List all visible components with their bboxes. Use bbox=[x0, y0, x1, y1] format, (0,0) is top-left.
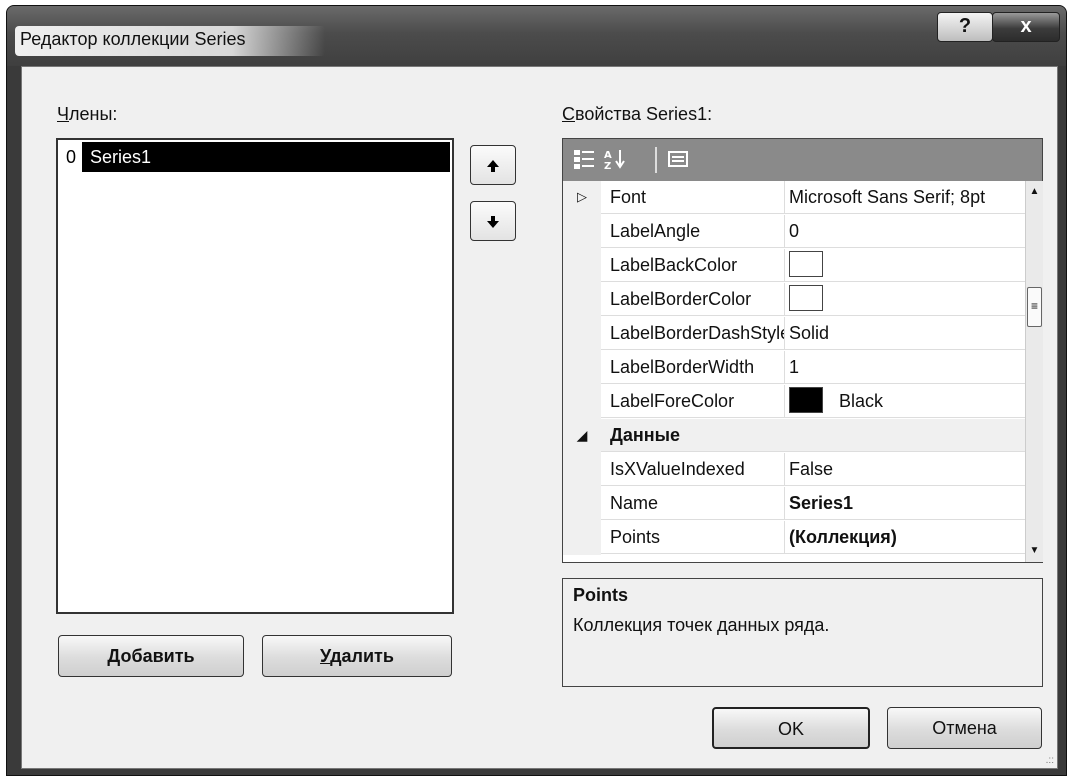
list-item-name: Series1 bbox=[90, 147, 152, 167]
property-grid[interactable]: AZ ▷ Font Microsoft Sans Serif; 8pt Labe… bbox=[562, 138, 1043, 563]
categorized-icon[interactable] bbox=[573, 148, 595, 170]
close-button[interactable]: x bbox=[992, 12, 1060, 42]
property-value[interactable]: Microsoft Sans Serif; 8pt bbox=[785, 181, 1025, 214]
property-value[interactable]: Black bbox=[785, 385, 1025, 418]
svg-text:A: A bbox=[604, 150, 612, 161]
property-row-labelborderwidth[interactable]: LabelBorderWidth 1 bbox=[563, 351, 1025, 385]
move-down-button[interactable] bbox=[470, 201, 516, 241]
property-value[interactable] bbox=[785, 283, 1025, 316]
row-margin bbox=[563, 249, 601, 283]
property-row-labelbordercolor[interactable]: LabelBorderColor bbox=[563, 283, 1025, 317]
row-margin bbox=[563, 283, 601, 317]
property-name: IsXValueIndexed bbox=[601, 453, 785, 486]
collection-editor-dialog: Редактор коллекции Series ? x Члены: 0 Se… bbox=[6, 5, 1067, 776]
description-pane: Points Коллекция точек данных ряда. bbox=[562, 578, 1043, 687]
property-pages-icon[interactable] bbox=[667, 148, 689, 170]
property-value[interactable]: Series1 bbox=[785, 487, 1025, 520]
property-value[interactable]: 1 bbox=[785, 351, 1025, 384]
property-row-name[interactable]: Name Series1 bbox=[563, 487, 1025, 521]
arrow-down-icon bbox=[487, 216, 499, 229]
toolbar-separator bbox=[655, 147, 657, 173]
list-item[interactable]: 0 Series1 bbox=[60, 142, 450, 172]
property-value[interactable]: (Коллекция) bbox=[785, 521, 1025, 554]
color-swatch bbox=[789, 251, 823, 278]
remove-button[interactable]: Удалить bbox=[262, 635, 452, 677]
row-margin bbox=[563, 317, 601, 351]
row-margin bbox=[563, 487, 601, 521]
scroll-thumb[interactable]: ≡ bbox=[1027, 287, 1042, 327]
property-row-labelbackcolor[interactable]: LabelBackColor bbox=[563, 249, 1025, 283]
alphabetical-sort-icon[interactable]: AZ bbox=[603, 148, 625, 172]
scroll-up-icon[interactable]: ▲ bbox=[1026, 183, 1043, 201]
property-row-font[interactable]: ▷ Font Microsoft Sans Serif; 8pt bbox=[563, 181, 1025, 215]
property-name: LabelBorderDashStyle bbox=[601, 317, 785, 350]
color-swatch bbox=[789, 387, 823, 414]
members-listbox[interactable]: 0 Series1 bbox=[56, 138, 454, 614]
members-label: Члены: bbox=[57, 104, 118, 124]
property-value[interactable]: False bbox=[785, 453, 1025, 486]
property-name: Points bbox=[601, 521, 785, 554]
property-name: LabelAngle bbox=[601, 215, 785, 248]
svg-text:Z: Z bbox=[604, 161, 611, 170]
category-row-data[interactable]: ◢ Данные bbox=[563, 419, 1025, 453]
property-row-labelangle[interactable]: LabelAngle 0 bbox=[563, 215, 1025, 249]
property-value[interactable]: 0 bbox=[785, 215, 1025, 248]
property-name: LabelBorderColor bbox=[601, 283, 785, 316]
row-margin bbox=[563, 453, 601, 487]
help-button[interactable]: ? bbox=[937, 12, 993, 42]
row-margin bbox=[563, 351, 601, 385]
list-item-index: 0 bbox=[60, 142, 82, 172]
property-value[interactable]: Solid bbox=[785, 317, 1025, 350]
arrow-up-icon bbox=[487, 160, 499, 173]
property-grid-toolbar: AZ bbox=[563, 139, 1042, 181]
row-margin bbox=[563, 215, 601, 249]
window-title: Редактор коллекции Series bbox=[20, 29, 246, 49]
cancel-button[interactable]: Отмена bbox=[887, 707, 1042, 749]
resize-grip-icon[interactable]: .:: bbox=[1046, 756, 1054, 766]
row-margin bbox=[563, 385, 601, 419]
property-name: Font bbox=[601, 181, 785, 214]
property-value[interactable] bbox=[785, 249, 1025, 282]
property-name: LabelBackColor bbox=[601, 249, 785, 282]
property-row-isxvalueindexed[interactable]: IsXValueIndexed False bbox=[563, 453, 1025, 487]
scroll-down-icon[interactable]: ▼ bbox=[1026, 542, 1043, 560]
row-margin bbox=[563, 521, 601, 555]
ok-button[interactable]: OK bbox=[712, 707, 870, 749]
property-name: LabelForeColor bbox=[601, 385, 785, 418]
move-up-button[interactable] bbox=[470, 145, 516, 185]
property-name: Name bbox=[601, 487, 785, 520]
category-name: Данные bbox=[601, 419, 1025, 452]
property-row-labelforecolor[interactable]: LabelForeColor Black bbox=[563, 385, 1025, 419]
color-name: Black bbox=[839, 391, 884, 411]
property-name: LabelBorderWidth bbox=[601, 351, 785, 384]
expand-icon[interactable]: ▷ bbox=[563, 181, 601, 215]
property-row-labelborderdashstyle[interactable]: LabelBorderDashStyle Solid bbox=[563, 317, 1025, 351]
property-row-points[interactable]: Points (Коллекция) bbox=[563, 521, 1025, 555]
dialog-client-area: Члены: 0 Series1 Добавить Удалить Свойств… bbox=[21, 66, 1058, 769]
title-bar[interactable]: Редактор коллекции Series ? x bbox=[7, 6, 1066, 66]
property-rows: ▷ Font Microsoft Sans Serif; 8pt LabelAn… bbox=[563, 181, 1025, 562]
description-title: Points bbox=[573, 585, 629, 605]
add-button[interactable]: Добавить bbox=[58, 635, 244, 677]
property-grid-scrollbar[interactable]: ▲ ≡ ▼ bbox=[1025, 181, 1043, 562]
color-swatch bbox=[789, 285, 823, 312]
properties-label: Свойства Series1: bbox=[562, 104, 713, 124]
description-text: Коллекция точек данных ряда. bbox=[573, 615, 830, 635]
collapse-icon[interactable]: ◢ bbox=[563, 419, 601, 453]
